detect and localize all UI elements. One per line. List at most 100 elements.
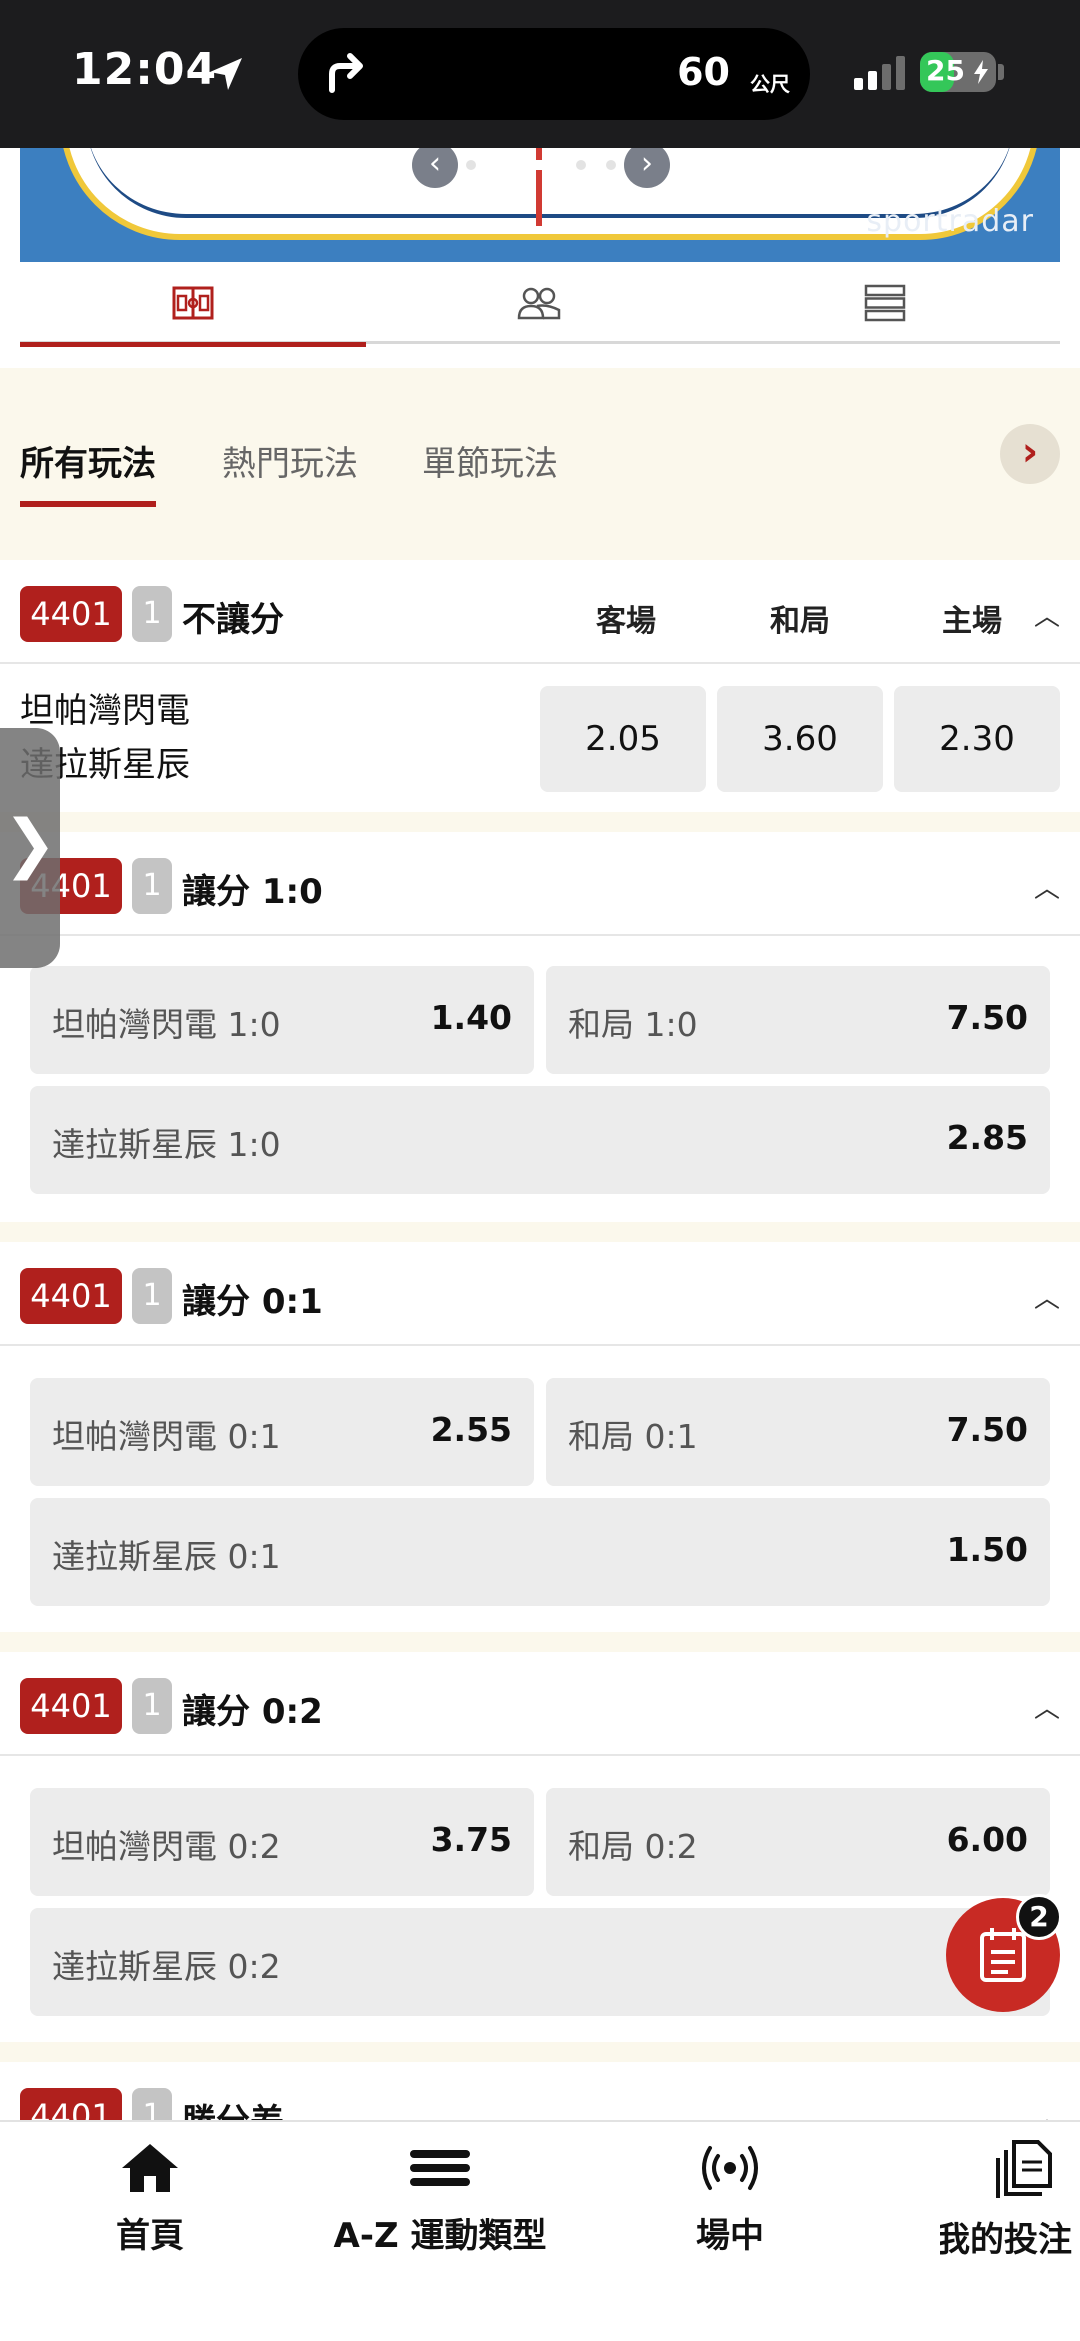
carousel-dot[interactable] [606,160,616,170]
market-number: 1 [132,1678,172,1734]
signal-icon [854,56,905,90]
carousel-dot[interactable] [576,160,586,170]
chevron-right-icon[interactable]: › [1000,424,1060,484]
market-number: 1 [132,858,172,914]
selection-button[interactable]: 達拉斯星辰 0:2 [30,1908,1050,2016]
location-arrow-icon [210,58,242,90]
column-away: 客場 [596,604,656,639]
selection-odd: 1.50 [946,1530,1028,1569]
selection-button[interactable]: 達拉斯星辰 0:1 1.50 [30,1498,1050,1606]
selection-odd: 7.50 [946,998,1028,1037]
navigation-distance: 60 [677,50,730,94]
nav-live[interactable]: 場中 [680,2140,780,2257]
chevron-up-icon[interactable]: ︿ [1034,596,1060,633]
market-header-handicap-0-2[interactable]: 4401 1 讓分 0:2 ︿ [0,1654,1080,1756]
status-bar: 12:04 60 公尺 25 [0,0,1080,148]
selection-label: 達拉斯星辰 1:0 [52,1125,281,1164]
selection-label: 坦帕灣閃電 0:2 [52,1827,281,1866]
column-draw: 和局 [770,604,830,639]
tab-players[interactable] [366,262,712,344]
market-number: 1 [132,586,172,642]
market-title: 不讓分 [182,600,284,640]
market-header-handicap-1-0[interactable]: 4401 1 讓分 1:0 ︿ [0,834,1080,936]
selection-button[interactable]: 和局 0:1 7.50 [546,1378,1050,1486]
odd-button-home[interactable]: 2.30 [894,686,1060,792]
nav-home[interactable]: 首頁 [100,2140,200,2257]
chevron-up-icon[interactable]: ︿ [1034,868,1060,905]
selection-label: 坦帕灣閃電 1:0 [52,1005,281,1044]
column-home: 主場 [942,604,1002,639]
market-title: 讓分 0:1 [182,1282,323,1322]
tab-all-bets[interactable]: 所有玩法 [20,436,156,507]
court-icon [172,286,214,320]
battery-charging-icon: 25 [920,52,996,92]
selection-label: 和局 1:0 [568,1005,698,1044]
nav-az-sports-label: A-Z 運動類型 [333,2216,547,2256]
dynamic-island: 60 公尺 [298,28,810,120]
selection-odd: 2.85 [946,1118,1028,1157]
handicap-1-0-selections: 坦帕灣閃電 1:0 1.40 和局 1:0 7.50 達拉斯星辰 1:0 2.8… [0,936,1080,1222]
list-icon [864,284,906,322]
players-icon [517,287,561,320]
sportradar-logo: sportradar [866,204,1034,239]
selection-button[interactable]: 坦帕灣閃電 1:0 1.40 [30,966,534,1074]
bet-type-tabs: 所有玩法 熱門玩法 單節玩法 › [0,368,1080,560]
home-icon [122,2144,178,2192]
bet-slip-icon [980,1928,1026,1982]
selection-odd: 1.40 [430,998,512,1037]
selection-odd: 3.75 [430,1820,512,1859]
selection-button[interactable]: 坦帕灣閃電 0:1 2.55 [30,1378,534,1486]
carousel-dot[interactable] [466,160,476,170]
tab-court[interactable] [20,262,366,347]
selection-label: 和局 0:1 [568,1417,698,1456]
selection-label: 達拉斯星辰 0:1 [52,1537,281,1576]
market-header-moneyline[interactable]: 4401 1 不讓分 客場 和局 主場 ︿ [0,562,1080,664]
selection-label: 坦帕灣閃電 0:1 [52,1417,281,1456]
section-divider [0,812,1080,832]
moneyline-row: 坦帕灣閃電 達拉斯星辰 2.05 3.60 2.30 [0,664,1080,812]
odd-button-away[interactable]: 2.05 [540,686,706,792]
nav-az-sports[interactable]: A-Z 運動類型 [330,2140,550,2257]
selection-button[interactable]: 和局 0:2 6.00 [546,1788,1050,1896]
section-divider [0,2042,1080,2062]
market-code: 4401 [20,586,122,642]
market-number: 1 [132,1268,172,1324]
selection-odd: 7.50 [946,1410,1028,1449]
market-title: 讓分 0:2 [182,1692,323,1732]
chevron-up-icon[interactable]: ︿ [1034,1278,1060,1315]
handicap-0-1-selections: 坦帕灣閃電 0:1 2.55 和局 0:1 7.50 達拉斯星辰 0:1 1.5… [0,1346,1080,1632]
view-tabs [20,262,1060,347]
side-drawer-handle[interactable]: ❯ [0,728,60,968]
selection-label: 和局 0:2 [568,1827,698,1866]
selection-button[interactable]: 和局 1:0 7.50 [546,966,1050,1074]
tab-period-bets[interactable]: 單節玩法 [422,436,558,485]
live-broadcast-icon [702,2146,758,2190]
battery-tip [998,64,1004,80]
market-code: 4401 [20,1268,122,1324]
section-divider [0,1222,1080,1242]
selection-label: 達拉斯星辰 0:2 [52,1947,281,1986]
odd-button-draw[interactable]: 3.60 [717,686,883,792]
tab-list[interactable] [712,262,1058,344]
tab-popular-bets[interactable]: 熱門玩法 [222,436,358,485]
bolt-icon [974,60,988,84]
turn-right-icon [329,53,363,93]
selection-odd: 6.00 [946,1820,1028,1859]
battery-percent: 25 [926,54,965,87]
status-time: 12:04 [72,44,218,95]
my-bets-icon [996,2140,1052,2198]
selection-button[interactable]: 達拉斯星辰 1:0 2.85 [30,1086,1050,1194]
bet-slip-count-badge: 2 [1016,1894,1062,1940]
selection-button[interactable]: 坦帕灣閃電 0:2 3.75 [30,1788,534,1896]
carousel-dot-active[interactable] [494,160,554,170]
menu-icon [410,2150,470,2186]
section-divider [0,1632,1080,1652]
market-header-handicap-0-1[interactable]: 4401 1 讓分 0:1 ︿ [0,1244,1080,1346]
nav-live-label: 場中 [696,2216,764,2256]
bottom-navigation: 首頁 A-Z 運動類型 場中 我的投注 [0,2120,1080,2341]
chevron-up-icon[interactable]: ︿ [1034,1688,1060,1725]
handicap-0-2-selections: 坦帕灣閃電 0:2 3.75 和局 0:2 6.00 達拉斯星辰 0:2 [0,1756,1080,2042]
sportradar-logo-text: sportradar [866,204,1034,239]
nav-my-bets[interactable]: 我的投注 [940,2140,1080,2261]
nav-home-label: 首頁 [116,2216,184,2256]
